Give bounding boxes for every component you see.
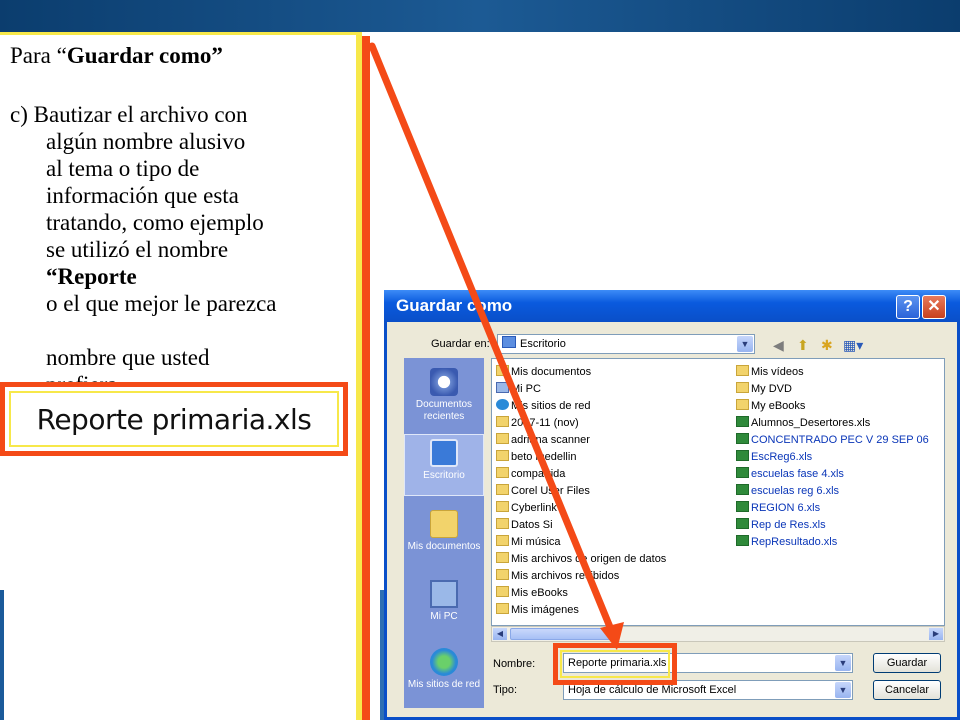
arrow-head — [600, 622, 624, 650]
arrow-annotation — [368, 42, 624, 650]
arrow-line — [368, 42, 616, 636]
